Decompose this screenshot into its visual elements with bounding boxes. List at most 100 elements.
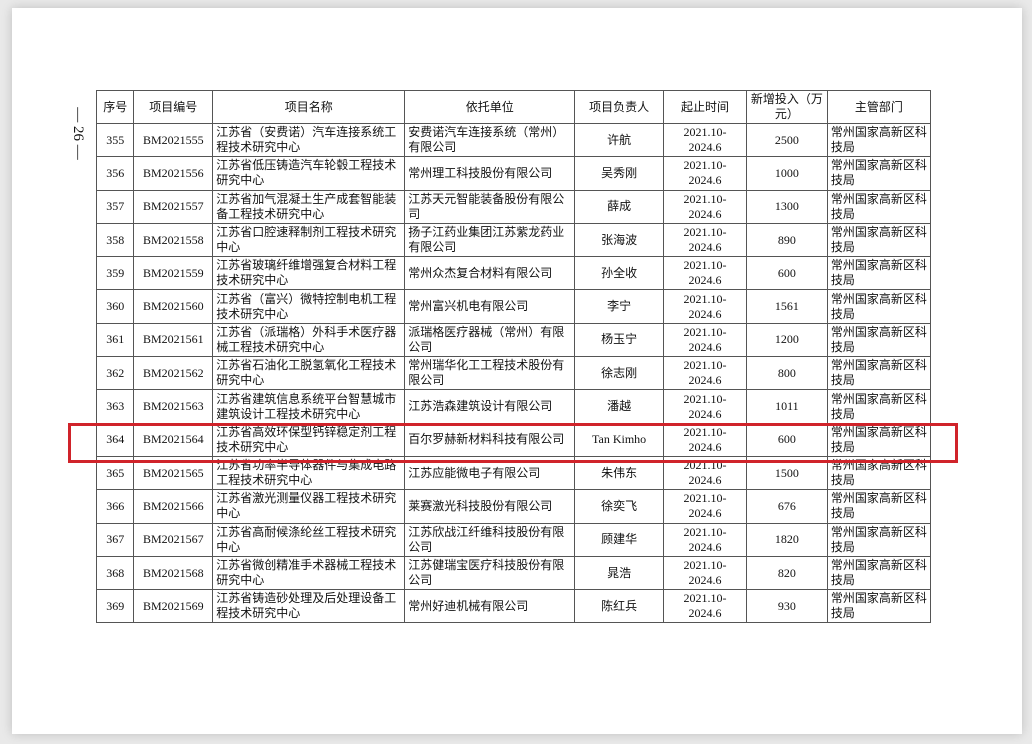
table-row: 365 BM2021565 江苏省功率半导体器件与集成电路工程技术研究中心 江苏应能微…: [95, 455, 932, 491]
cell-new-investment: 1300: [745, 189, 828, 224]
cell-new-investment: 930: [745, 589, 828, 624]
cell-index: 356: [95, 156, 135, 191]
cell-host-unit: 江苏应能微电子有限公司: [404, 455, 576, 491]
table-row: 363 BM2021563 江苏省建筑信息系统平台智慧城市建筑设计工程技术研究中心江…: [95, 389, 932, 424]
cell-project-code: BM2021567: [133, 522, 214, 557]
cell-project-code: BM2021556: [133, 156, 214, 191]
cell-period: 2021.10-2024.6: [663, 489, 747, 524]
cell-project-name: 江苏省高耐候涤纶丝工程技术研究中心: [212, 522, 406, 557]
cell-department: 常州国家高新区科技局: [826, 389, 932, 424]
cell-new-investment: 1500: [745, 455, 828, 491]
table-row: 368 BM2021568 江苏省微创精准手术器械工程技术研究中心 江苏健瑞宝医疗科技…: [95, 555, 932, 591]
cell-project-leader: 陈红兵: [574, 589, 665, 624]
cell-index: 369: [95, 589, 135, 624]
table-row: 364 BM2021564 江苏省高效环保型钙锌稳定剂工程技术研究中心 百尔罗赫新材料…: [95, 422, 932, 457]
cell-project-name: 江苏省高效环保型钙锌稳定剂工程技术研究中心: [212, 422, 406, 457]
cell-period: 2021.10-2024.6: [663, 522, 747, 557]
header-host-unit: 依托单位: [404, 90, 576, 124]
cell-period: 2021.10-2024.6: [663, 289, 747, 324]
cell-project-leader: 徐志刚: [574, 356, 665, 391]
page-number: — 26 —: [64, 96, 90, 170]
table-row: 367 BM2021567 江苏省高耐候涤纶丝工程技术研究中心 江苏欣战江纤维科技股份…: [95, 522, 932, 557]
cell-period: 2021.10-2024.6: [663, 189, 747, 224]
cell-project-leader: 孙全收: [574, 256, 665, 291]
cell-department: 常州国家高新区科技局: [826, 289, 932, 324]
table-row: 356 BM2021556 江苏省低压铸造汽车轮毂工程技术研究中心 常州理工科技股份有…: [95, 156, 932, 191]
cell-index: 358: [95, 222, 135, 258]
table-row: 360 BM2021560 江苏省（富兴）微特控制电机工程技术研究中心 常州富兴机电有…: [95, 289, 932, 324]
cell-index: 361: [95, 322, 135, 358]
cell-host-unit: 江苏欣战江纤维科技股份有限公司: [404, 522, 576, 557]
cell-department: 常州国家高新区科技局: [826, 489, 932, 524]
cell-project-name: 江苏省（富兴）微特控制电机工程技术研究中心: [212, 289, 406, 324]
cell-department: 常州国家高新区科技局: [826, 455, 932, 491]
cell-period: 2021.10-2024.6: [663, 256, 747, 291]
cell-project-code: BM2021559: [133, 256, 214, 291]
header-project-leader: 项目负责人: [574, 90, 665, 124]
cell-department: 常州国家高新区科技局: [826, 189, 932, 224]
cell-department: 常州国家高新区科技局: [826, 256, 932, 291]
cell-host-unit: 江苏浩森建筑设计有限公司: [404, 389, 576, 424]
cell-new-investment: 676: [745, 489, 828, 524]
cell-host-unit: 江苏天元智能装备股份有限公司: [404, 189, 576, 224]
table-header-row: 序号 项目编号 项目名称 依托单位 项目负责人 起止时间 新增投入（万元） 主管部门: [95, 90, 932, 124]
cell-project-name: 江苏省低压铸造汽车轮毂工程技术研究中心: [212, 156, 406, 191]
header-index: 序号: [95, 90, 135, 124]
cell-department: 常州国家高新区科技局: [826, 156, 932, 191]
page-number-text: — 26 —: [69, 106, 86, 160]
cell-project-code: BM2021569: [133, 589, 214, 624]
cell-new-investment: 600: [745, 256, 828, 291]
header-project-code: 项目编号: [133, 90, 214, 124]
cell-host-unit: 常州理工科技股份有限公司: [404, 156, 576, 191]
cell-new-investment: 1820: [745, 522, 828, 557]
table-row: 359 BM2021559 江苏省玻璃纤维增强复合材料工程技术研究中心 常州众杰复合材…: [95, 256, 932, 291]
cell-index: 367: [95, 522, 135, 557]
cell-host-unit: 扬子江药业集团江苏紫龙药业有限公司: [404, 222, 576, 258]
cell-period: 2021.10-2024.6: [663, 222, 747, 258]
cell-project-code: BM2021561: [133, 322, 214, 358]
cell-host-unit: 常州好迪机械有限公司: [404, 589, 576, 624]
cell-project-code: BM2021560: [133, 289, 214, 324]
cell-department: 常州国家高新区科技局: [826, 222, 932, 258]
cell-new-investment: 890: [745, 222, 828, 258]
cell-project-name: 江苏省口腔速释制剂工程技术研究中心: [212, 222, 406, 258]
cell-host-unit: 常州瑞华化工工程技术股份有限公司: [404, 356, 576, 391]
cell-period: 2021.10-2024.6: [663, 156, 747, 191]
cell-project-name: 江苏省功率半导体器件与集成电路工程技术研究中心: [212, 455, 406, 491]
header-period: 起止时间: [663, 90, 747, 124]
cell-project-name: 江苏省建筑信息系统平台智慧城市建筑设计工程技术研究中心: [212, 389, 406, 424]
cell-project-name: 江苏省微创精准手术器械工程技术研究中心: [212, 555, 406, 591]
cell-project-leader: 吴秀刚: [574, 156, 665, 191]
cell-period: 2021.10-2024.6: [663, 555, 747, 591]
cell-index: 364: [95, 422, 135, 457]
cell-index: 359: [95, 256, 135, 291]
cell-project-leader: 徐奕飞: [574, 489, 665, 524]
cell-project-code: BM2021563: [133, 389, 214, 424]
cell-index: 363: [95, 389, 135, 424]
cell-host-unit: 常州富兴机电有限公司: [404, 289, 576, 324]
cell-host-unit: 派瑞格医疗器械（常州）有限公司: [404, 322, 576, 358]
cell-project-name: 江苏省加气混凝土生产成套智能装备工程技术研究中心: [212, 189, 406, 224]
table-row: 366 BM2021566 江苏省激光测量仪器工程技术研究中心 莱赛激光科技股份有限公…: [95, 489, 932, 524]
cell-index: 368: [95, 555, 135, 591]
cell-project-leader: 顾建华: [574, 522, 665, 557]
table-row: 361 BM2021561 江苏省（派瑞格）外科手术医疗器械工程技术研究中心 派瑞格医…: [95, 322, 932, 358]
cell-period: 2021.10-2024.6: [663, 322, 747, 358]
cell-index: 355: [95, 122, 135, 158]
cell-new-investment: 820: [745, 555, 828, 591]
cell-project-leader: 杨玉宁: [574, 322, 665, 358]
cell-new-investment: 1561: [745, 289, 828, 324]
cell-project-code: BM2021564: [133, 422, 214, 457]
cell-project-leader: 张海波: [574, 222, 665, 258]
cell-department: 常州国家高新区科技局: [826, 422, 932, 457]
cell-host-unit: 安费诺汽车连接系统（常州）有限公司: [404, 122, 576, 158]
cell-index: 362: [95, 356, 135, 391]
cell-host-unit: 百尔罗赫新材料科技有限公司: [404, 422, 576, 457]
cell-project-leader: 潘越: [574, 389, 665, 424]
cell-new-investment: 1000: [745, 156, 828, 191]
table-row: 362 BM2021562 江苏省石油化工脱氢氧化工程技术研究中心 常州瑞华化工工程技…: [95, 356, 932, 391]
cell-department: 常州国家高新区科技局: [826, 522, 932, 557]
cell-period: 2021.10-2024.6: [663, 455, 747, 491]
cell-project-leader: 朱伟东: [574, 455, 665, 491]
cell-host-unit: 常州众杰复合材料有限公司: [404, 256, 576, 291]
